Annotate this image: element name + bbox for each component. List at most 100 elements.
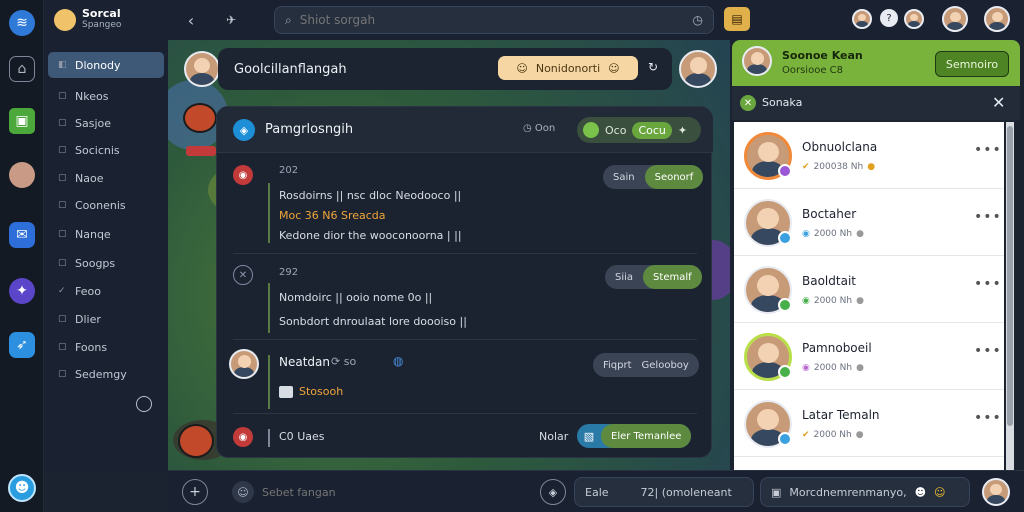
sidebar-item-3[interactable]: ▢ Socicnis [48, 139, 164, 161]
list-item[interactable]: Obnuolclana ✔ 200038 Nh ● ••• [734, 122, 1004, 189]
home-icon[interactable]: ⌂ [9, 56, 35, 82]
chat-icon[interactable]: ✉ [9, 222, 35, 248]
assistant-icon[interactable]: ☻ [8, 474, 36, 502]
sidebar-item-label: Feoo [75, 284, 101, 298]
field-2[interactable]: Eale 72| (omoleneant [574, 477, 754, 507]
emoji-icon: ☺ [608, 61, 620, 75]
store-icon[interactable]: ▤ [724, 7, 750, 31]
sidebar-item-8[interactable]: ✓ Feoo [48, 280, 164, 302]
sidebar-item-label: Nkeos [75, 89, 109, 103]
contact-name: Pamnoboeil [802, 341, 872, 355]
check-icon: ✔ [802, 430, 810, 440]
sidebar-item-9[interactable]: ▢ Dlier [48, 308, 164, 330]
refresh-icon[interactable]: ↻ [648, 60, 658, 74]
emoji-icon[interactable]: ☻ [915, 486, 926, 499]
bird-icon[interactable]: ➶ [9, 332, 35, 358]
message-input[interactable] [262, 485, 502, 499]
field-3[interactable]: ▣ Morcdnemrenmanyo, ☻ ☺ [760, 477, 970, 507]
header-avatar-3[interactable] [942, 6, 968, 32]
app-bar: ≋ ⌂ ▣ ✉ ✦ ➶ ☻ [0, 0, 44, 512]
help-icon[interactable]: ? [880, 9, 898, 27]
row-button-b[interactable]: Gelooboy [642, 360, 699, 371]
pin-icon[interactable]: ✈ [218, 7, 244, 33]
sidebar-item-0[interactable]: ◧ Dlonody [48, 52, 164, 78]
chat-avatar-right[interactable] [679, 50, 717, 88]
chat-avatar[interactable] [184, 51, 220, 87]
sidebar-item-label: Nanqe [75, 227, 111, 241]
row-button-b[interactable]: Stemalf [643, 265, 702, 289]
item-icon: ▢ [58, 369, 67, 379]
contact-name: Latar Temaln [802, 408, 880, 422]
header-avatar-4[interactable] [984, 6, 1010, 32]
scrollbar-thumb[interactable] [1007, 126, 1013, 426]
timer-icon[interactable]: ◷ [693, 13, 703, 27]
header-avatar-2[interactable] [904, 9, 924, 29]
sidebar-item-7[interactable]: ▢ Soogps [48, 252, 164, 274]
pill-b: Cocu [632, 121, 672, 139]
sidebar-item-5[interactable]: ▢ Coonenis [48, 194, 164, 216]
sidebar-item-11[interactable]: ▢ Sedemgy [48, 363, 164, 385]
search-bar[interactable]: ⌕ ◷ [274, 6, 714, 34]
row-actions: ▧ Eler Temanlee [577, 424, 692, 448]
user-avatar[interactable] [982, 478, 1010, 506]
message-composer[interactable]: ☺ [222, 477, 522, 507]
profile-avatar[interactable] [742, 46, 772, 76]
brand-line2: Spangeo [82, 20, 122, 30]
status-icon: ◉ [802, 229, 810, 239]
header-avatar-1[interactable] [852, 9, 872, 29]
sidebar-item-2[interactable]: ▢ Sasjoe [48, 112, 164, 134]
scrollbar[interactable] [1006, 122, 1014, 470]
contact-meta: ◉ 2000 Nh ● [802, 229, 864, 239]
more-icon[interactable]: ••• [974, 209, 1002, 225]
profile-avatar[interactable] [9, 162, 35, 188]
star-icon: ✦ [677, 123, 688, 137]
grid-icon[interactable]: ▣ [9, 108, 35, 134]
divider-line [268, 183, 270, 243]
close-icon[interactable]: ✕ [992, 93, 1005, 112]
list-item[interactable]: Boctaher ◉ 2000 Nh ● ••• [734, 189, 1004, 256]
alert-icon: ◉ [233, 165, 253, 185]
sidebar-item-6[interactable]: ▢ Nanqe [48, 223, 164, 245]
list-item[interactable]: Pamnoboeil ◉ 2000 Nh ● ••• [734, 323, 1004, 390]
brand-line1: Sorcal [82, 7, 121, 20]
row-button-b[interactable]: Seonorf [644, 165, 704, 189]
app-logo-icon[interactable]: ≋ [9, 10, 35, 36]
friends-tab-label[interactable]: Sonaka [762, 96, 802, 109]
attach-icon[interactable]: ☺ [232, 481, 254, 503]
profile-action-button[interactable]: Semnoiro [935, 51, 1009, 77]
panel-pill[interactable]: Oco Cocu ✦ [577, 117, 701, 143]
sidebar-item-4[interactable]: ▢ Naoe [48, 167, 164, 189]
avatar[interactable] [229, 349, 259, 379]
brand-avatar [54, 8, 76, 31]
status-badge[interactable]: ☺ Nonidonorti ☺ [498, 56, 638, 80]
list-item[interactable]: Baoldtait ◉ 2000 Nh ● ••• [734, 256, 1004, 323]
item-icon: ▢ [58, 173, 67, 183]
more-icon[interactable]: ••• [974, 142, 1002, 158]
row-button-a[interactable]: Fiqprt [593, 360, 642, 371]
smile-icon[interactable]: ☺ [934, 486, 945, 499]
search-input[interactable] [299, 13, 685, 27]
row-button-a[interactable]: Sain [603, 172, 645, 183]
list-item[interactable]: Latar Temaln ✔ 2000 Nh ● ••• [734, 390, 1004, 457]
coin-icon: ● [855, 430, 864, 440]
more-icon[interactable]: ••• [974, 410, 1002, 426]
coin-icon: ● [856, 229, 864, 239]
sidebar-item-10[interactable]: ▢ Foons [48, 336, 164, 358]
divider [233, 339, 697, 340]
plus-icon[interactable]: + [182, 479, 208, 505]
back-icon[interactable]: ‹ [178, 7, 204, 33]
tag-icon [279, 385, 293, 398]
row-button-b[interactable]: Eler Temanlee [601, 424, 692, 448]
friends-icon: ✕ [740, 95, 756, 111]
more-icon[interactable]: ••• [974, 343, 1002, 359]
game-icon[interactable]: ✦ [9, 278, 35, 304]
compass-icon[interactable]: ◈ [540, 479, 566, 505]
more-icon[interactable]: ••• [974, 276, 1002, 292]
image-icon: ▧ [583, 429, 595, 443]
status-circle-icon[interactable] [136, 396, 152, 412]
sidebar-item-1[interactable]: ▢ Nkeos [48, 85, 164, 107]
row-note: Nolar [539, 430, 569, 443]
emoji-icon: ☺ [516, 61, 528, 75]
panel-meta: ◷ Oon [523, 123, 555, 134]
row-button-a[interactable]: Siia [605, 272, 643, 283]
